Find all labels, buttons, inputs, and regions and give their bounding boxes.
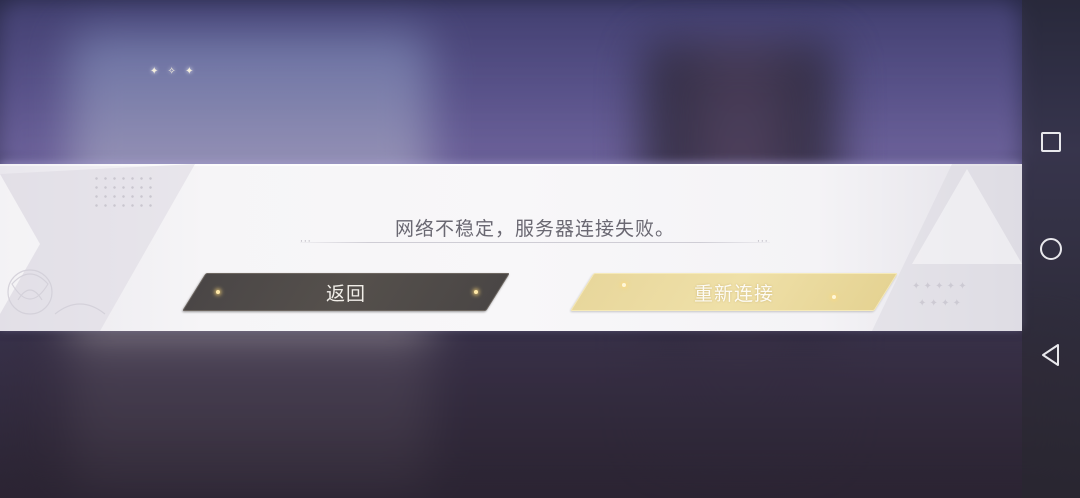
divider-dots-left: ···: [300, 237, 312, 247]
back-button[interactable]: 返回: [182, 273, 510, 311]
background-floor: [0, 330, 1080, 498]
home-button[interactable]: [1022, 219, 1080, 279]
back-icon: [1042, 344, 1059, 366]
reconnect-button-label: 重新连接: [693, 282, 774, 305]
back-button-label: 返回: [325, 282, 366, 305]
spark-icon: [622, 283, 626, 287]
spark-icon: [474, 290, 478, 294]
recent-apps-button[interactable]: [1022, 112, 1080, 172]
dot-grid-decoration: [92, 174, 152, 210]
android-nav-bar: [1022, 0, 1080, 498]
svg-text:✦ ✦ ✦ ✦ ✦: ✦ ✦ ✦ ✦ ✦: [912, 281, 967, 292]
message-divider: [300, 242, 770, 243]
connection-error-dialog: ✦ ✦ ✦ ✦ ✦ ✦ ✦ ✦ ✦ 网络不稳定，服务器连接失败。 ··· ···…: [0, 164, 1022, 331]
reconnect-button[interactable]: 重新连接: [570, 273, 898, 311]
home-icon: [1040, 238, 1062, 260]
sparkle-decoration: ✦ ✧ ✦: [150, 66, 197, 77]
svg-text:✦ ✦ ✦ ✦: ✦ ✦ ✦ ✦: [918, 298, 961, 309]
recent-apps-icon: [1041, 132, 1061, 152]
game-screen: ✦ ✧ ✦ ✦ ✦ ✦ ✦ ✦ ✦ ✦ ✦ ✦ 网络不稳定，服务器连接失败。 ·…: [0, 0, 1080, 498]
spark-icon: [216, 290, 220, 294]
spark-icon: [832, 295, 836, 299]
error-message: 网络不稳定，服务器连接失败。: [394, 218, 675, 240]
right-decoration-icon: ✦ ✦ ✦ ✦ ✦ ✦ ✦ ✦ ✦: [872, 164, 1022, 331]
system-back-button[interactable]: [1022, 325, 1080, 385]
divider-dots-right: ···: [757, 237, 769, 247]
